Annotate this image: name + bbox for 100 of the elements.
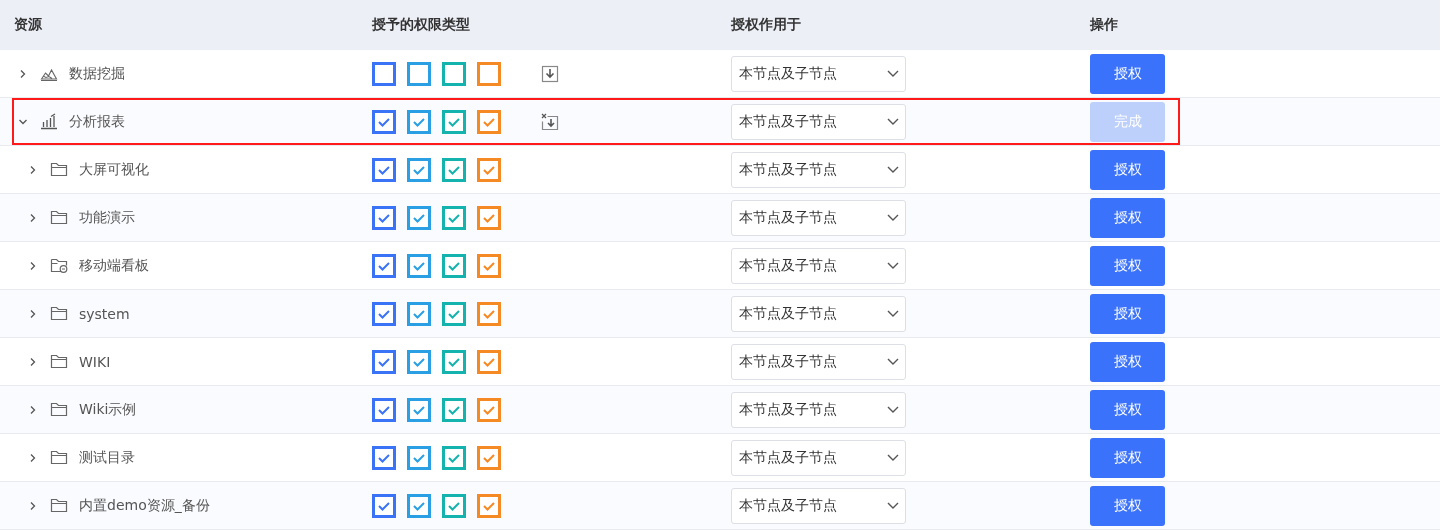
checkbox[interactable] (477, 61, 501, 86)
checkbox[interactable] (372, 109, 396, 134)
download-icon[interactable] (541, 112, 559, 131)
checkbox[interactable] (477, 493, 501, 518)
check-icon (377, 404, 391, 415)
checkbox[interactable] (442, 397, 466, 422)
checkbox[interactable] (407, 205, 431, 230)
checkbox[interactable] (442, 157, 466, 182)
checkbox[interactable] (407, 445, 431, 470)
expand-icon[interactable] (28, 356, 38, 367)
scope-select[interactable]: 本节点及子节点 (731, 343, 906, 380)
expand-icon[interactable] (18, 68, 28, 79)
checkbox[interactable] (442, 205, 466, 230)
checkbox[interactable] (477, 397, 501, 422)
checkbox[interactable] (442, 61, 466, 86)
checkbox[interactable] (407, 157, 431, 182)
resource-name: 内置demo资源_备份 (79, 496, 210, 515)
check-icon (377, 308, 391, 319)
authorize-button[interactable]: 授权 (1090, 437, 1165, 478)
checkbox[interactable] (372, 157, 396, 182)
checkbox[interactable] (477, 109, 501, 134)
check-icon (412, 308, 426, 319)
scope-select[interactable]: 本节点及子节点 (731, 55, 906, 92)
checkbox[interactable] (442, 253, 466, 278)
check-icon (377, 260, 391, 271)
checkbox[interactable] (477, 349, 501, 374)
checkbox[interactable] (372, 301, 396, 326)
authorize-button[interactable]: 授权 (1090, 53, 1165, 94)
checkbox[interactable] (372, 445, 396, 470)
checkbox[interactable] (477, 157, 501, 182)
caret-icon (887, 501, 899, 510)
resource-name: 大屏可视化 (79, 160, 149, 179)
checkbox[interactable] (477, 205, 501, 230)
expand-icon[interactable] (28, 212, 38, 223)
checkbox[interactable] (407, 493, 431, 518)
checkbox[interactable] (442, 445, 466, 470)
authorize-button[interactable]: 授权 (1090, 389, 1165, 430)
check-icon (412, 212, 426, 223)
scope-select[interactable]: 本节点及子节点 (731, 247, 906, 284)
folder-icon (50, 305, 68, 322)
authorize-button[interactable]: 授权 (1090, 197, 1165, 238)
expand-icon[interactable] (28, 500, 38, 511)
checkbox[interactable] (477, 445, 501, 470)
check-icon (482, 308, 496, 319)
authorize-button[interactable]: 授权 (1090, 341, 1165, 382)
resource-name: WIKI (79, 353, 111, 370)
checkbox[interactable] (407, 349, 431, 374)
checkbox[interactable] (372, 397, 396, 422)
resource-name: system (79, 305, 130, 322)
download-icon[interactable] (541, 64, 559, 83)
column-header: 资源 (14, 16, 42, 34)
bar-chart-icon (40, 113, 58, 130)
check-icon (377, 356, 391, 367)
checkbox[interactable] (407, 301, 431, 326)
check-icon (482, 356, 496, 367)
folder-icon (50, 353, 68, 370)
checkbox[interactable] (477, 253, 501, 278)
expand-icon[interactable] (28, 452, 38, 463)
authorize-button[interactable]: 授权 (1090, 149, 1165, 190)
checkbox[interactable] (442, 109, 466, 134)
folder-icon (50, 401, 68, 418)
scope-select[interactable]: 本节点及子节点 (731, 391, 906, 428)
checkbox[interactable] (407, 109, 431, 134)
checkbox[interactable] (372, 253, 396, 278)
resource-name: 功能演示 (79, 208, 135, 227)
expand-icon[interactable] (28, 404, 38, 415)
check-icon (482, 260, 496, 271)
scope-select[interactable]: 本节点及子节点 (731, 151, 906, 188)
checkbox[interactable] (407, 397, 431, 422)
scope-select[interactable]: 本节点及子节点 (731, 103, 906, 140)
checkbox[interactable] (407, 61, 431, 86)
checkbox[interactable] (372, 349, 396, 374)
checkbox[interactable] (477, 301, 501, 326)
authorize-button[interactable]: 授权 (1090, 245, 1165, 286)
scope-select[interactable]: 本节点及子节点 (731, 487, 906, 524)
checkbox[interactable] (372, 205, 396, 230)
authorize-button[interactable]: 授权 (1090, 485, 1165, 526)
scope-select[interactable]: 本节点及子节点 (731, 295, 906, 332)
folder-icon (50, 257, 68, 274)
expand-icon[interactable] (28, 164, 38, 175)
checkbox[interactable] (442, 493, 466, 518)
check-icon (447, 260, 461, 271)
expand-icon[interactable] (28, 260, 38, 271)
caret-icon (887, 453, 899, 462)
check-icon (412, 452, 426, 463)
scope-select[interactable]: 本节点及子节点 (731, 439, 906, 476)
scope-select[interactable]: 本节点及子节点 (731, 199, 906, 236)
column-header: 授权作用于 (731, 16, 801, 34)
checkbox[interactable] (372, 61, 396, 86)
checkbox[interactable] (442, 349, 466, 374)
check-icon (447, 308, 461, 319)
check-icon (377, 164, 391, 175)
authorize-button[interactable]: 授权 (1090, 293, 1165, 334)
resource-name: 数据挖掘 (69, 64, 125, 83)
expand-icon[interactable] (28, 308, 38, 319)
folder-icon (50, 209, 68, 226)
checkbox[interactable] (407, 253, 431, 278)
check-icon (412, 356, 426, 367)
checkbox[interactable] (442, 301, 466, 326)
checkbox[interactable] (372, 493, 396, 518)
